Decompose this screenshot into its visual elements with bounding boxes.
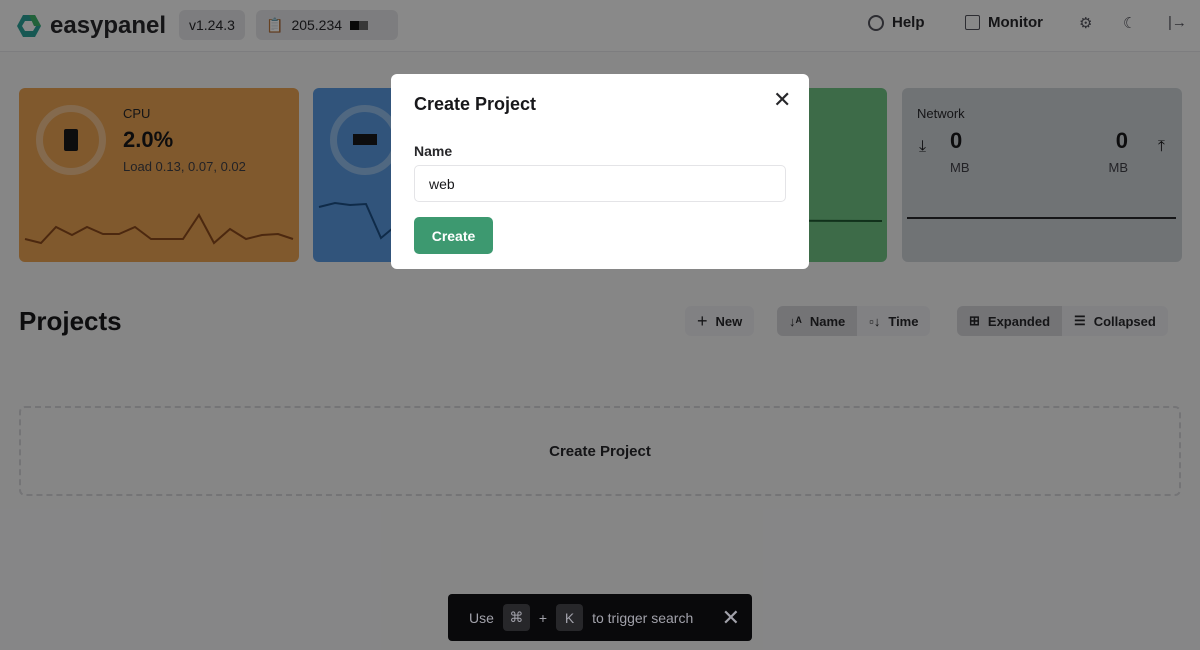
k-key: K <box>556 604 584 631</box>
dialog-title: Create Project <box>414 94 537 114</box>
toast-use: Use <box>469 609 494 626</box>
search-hint-toast: Use ⌘ + K to trigger search ✕ <box>448 594 752 641</box>
name-label: Name <box>414 143 453 159</box>
name-input[interactable] <box>414 165 786 202</box>
cmd-key: ⌘ <box>502 604 530 631</box>
close-toast-icon[interactable]: ✕ <box>722 605 740 631</box>
close-icon[interactable]: ✕ <box>773 87 791 113</box>
toast-plus: + <box>538 609 548 626</box>
create-project-dialog: Create Project ✕ Name Create <box>391 74 809 269</box>
toast-text: to trigger search <box>592 609 694 626</box>
create-button[interactable]: Create <box>414 217 493 254</box>
